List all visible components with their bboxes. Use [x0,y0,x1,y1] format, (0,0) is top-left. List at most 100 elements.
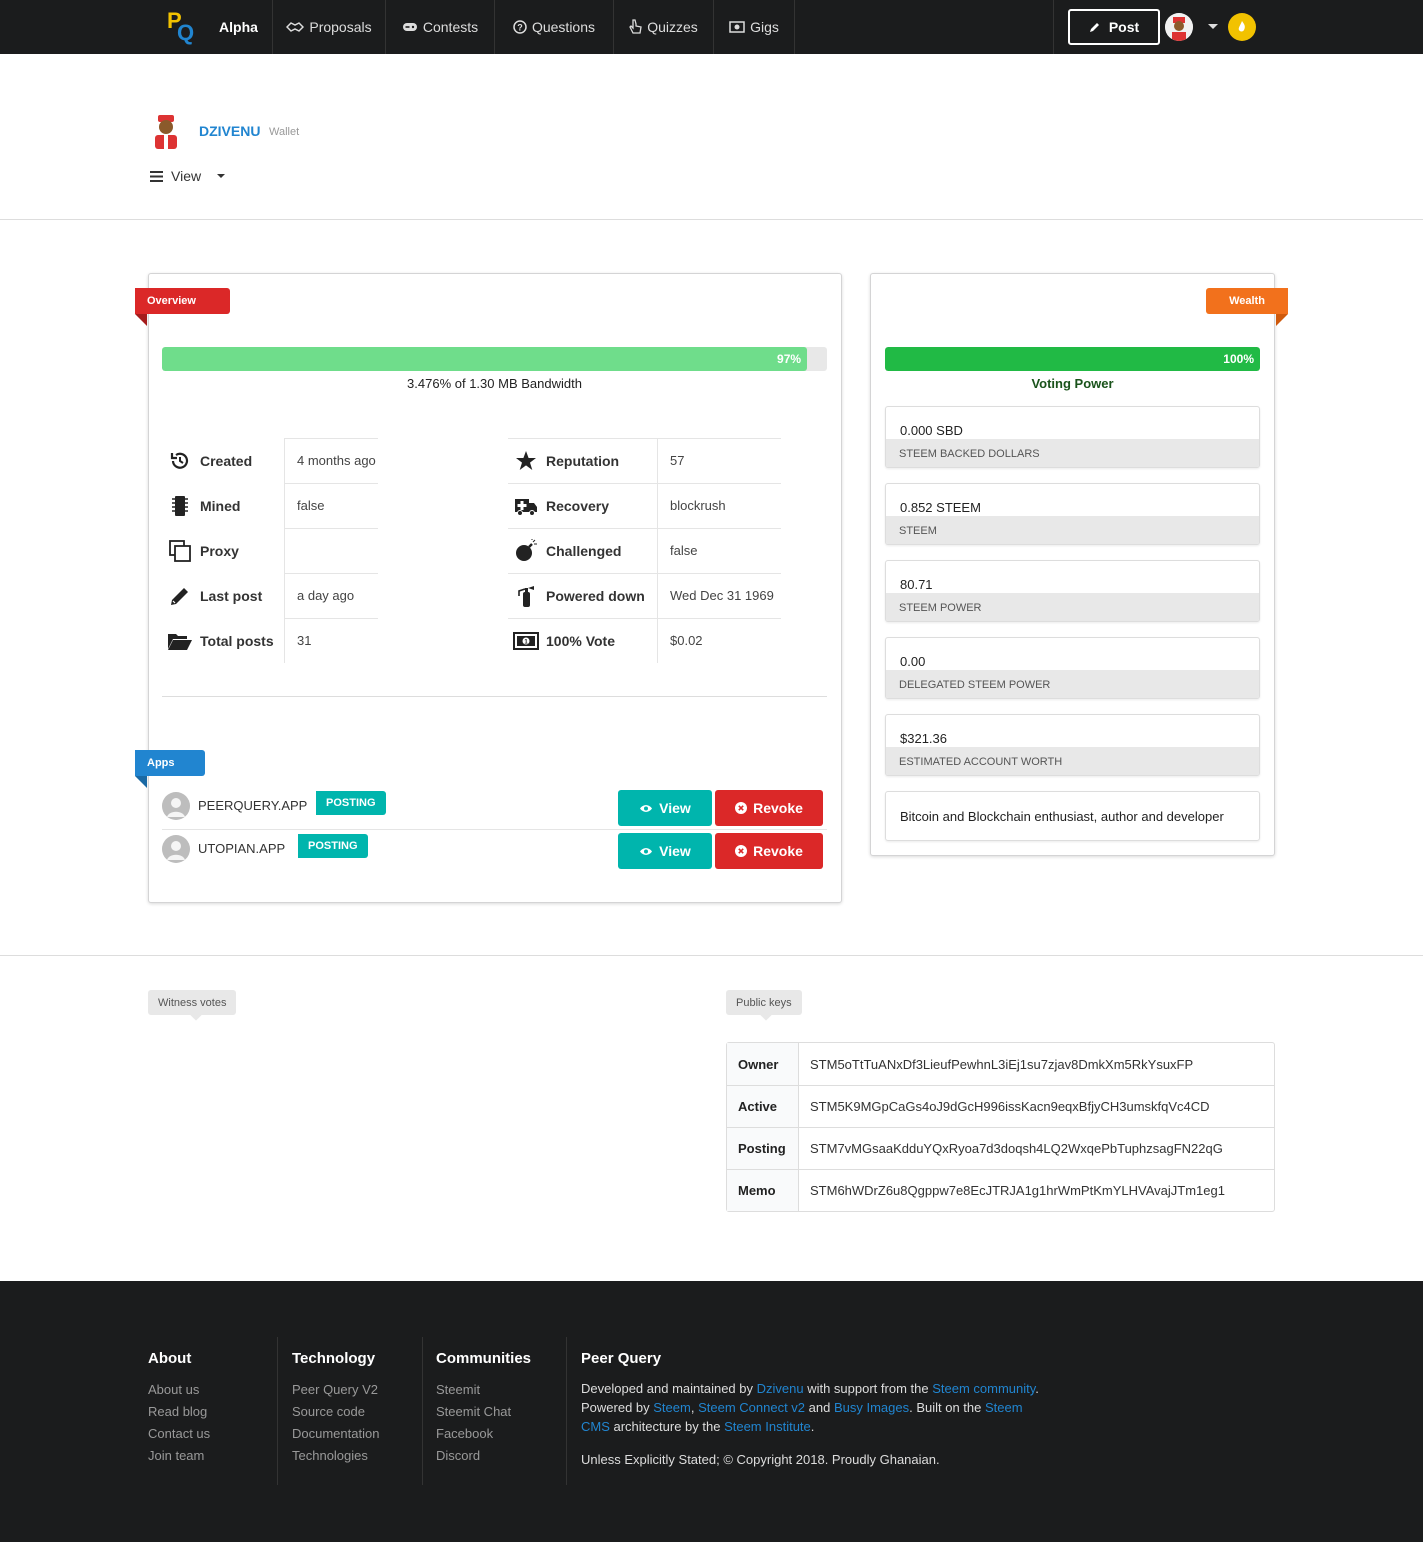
footer-text: Developed and maintained by [581,1381,757,1396]
pencil-icon [162,585,198,607]
nav-gigs[interactable]: Gigs [714,0,795,54]
stat-key: 100% Vote [546,632,615,649]
nav-alpha[interactable]: Alpha [205,0,273,54]
stat-divider [284,528,378,529]
stat-key: Recovery [546,497,610,514]
footer-link[interactable]: Discord [436,1445,531,1467]
footer-link[interactable]: Join team [148,1445,210,1467]
folder-open-icon [162,631,198,651]
footer-inline-link[interactable]: Steem [653,1400,691,1415]
key-value: STM7vMGsaaKdduYQxRyoa7d3doqsh4LQ2WxqePbT… [810,1141,1223,1156]
clone-icon [162,539,198,563]
nav-proposals[interactable]: Proposals [273,0,386,54]
footer-inline-link[interactable]: Steem community [932,1381,1035,1396]
footer-about-column: About About us Read blog Contact us Join… [148,1337,210,1485]
stat-value: false [657,528,697,573]
nav-contests[interactable]: Contests [386,0,495,54]
table-row: Active STM5K9MGpCaGs4oJ9dGcH996issKacn9e… [727,1085,1274,1127]
footer-peerquery-column: Peer Query Developed and maintained by D… [581,1337,1051,1469]
footer-divider [422,1337,423,1485]
nav-quizzes[interactable]: Quizzes [614,0,714,54]
stat-key: Mined [200,497,241,514]
stat-reputation: Reputation 57 [508,438,684,483]
app-name: PEERQUERY.APP [198,798,308,813]
bandwidth-label: 3.476% of 1.30 MB Bandwidth [407,376,582,391]
pointer-hand-icon [629,19,642,34]
steem-coin-icon[interactable] [1228,13,1256,41]
footer-link[interactable]: Peer Query V2 [292,1379,379,1401]
app-view-label: View [659,800,691,816]
witness-votes-label: Witness votes [148,990,237,1015]
post-button[interactable]: Post [1068,9,1160,45]
footer-text: , [690,1400,699,1415]
pencil-icon [1089,23,1099,32]
footer-inline-link[interactable]: Dzivenu [757,1381,804,1396]
fire-extinguisher-icon [508,584,544,608]
key-value: STM5oTtTuANxDf3LieufPewhnL3iEj1su7zjav8D… [810,1056,1194,1072]
footer-heading: About [148,1350,192,1367]
wealth-label: STEEM BACKED DOLLARS [886,439,1259,467]
eye-icon [640,847,653,855]
nav-questions-label: Questions [531,19,596,35]
key-value: STM5K9MGpCaGs4oJ9dGcH996issKacn9eqxBfjyC… [810,1099,1210,1114]
public-keys-label: Public keys [726,990,802,1015]
footer-text: and [805,1400,834,1415]
voting-power-percent: 100% [1223,352,1254,366]
wealth-steem: 0.852 STEEM STEEM [885,483,1260,545]
user-avatar[interactable] [1165,13,1193,41]
footer-link[interactable]: Steemit Chat [436,1401,531,1423]
view-dropdown[interactable]: View [150,168,226,184]
footer-inline-link[interactable]: Busy Images [834,1400,909,1415]
nav-alpha-label: Alpha [219,19,258,35]
footer-link[interactable]: Steemit [436,1379,531,1401]
overview-ribbon: Overview [135,288,230,326]
profile-username[interactable]: DZIVENU [199,123,260,139]
peerquery-logo[interactable]: P Q [165,8,197,46]
footer-text: architecture by the [609,1419,725,1434]
wealth-ribbon: Wealth [1206,288,1288,326]
footer-link[interactable]: Documentation [292,1423,379,1445]
footer-link[interactable]: Read blog [148,1401,210,1423]
stat-key: Reputation [546,452,620,469]
wealth-value: $321.36 [900,731,947,746]
stat-value: 31 [284,618,311,663]
footer-link[interactable]: Facebook [436,1423,531,1445]
footer-link[interactable]: About us [148,1379,210,1401]
eye-icon [640,804,653,812]
key-value: STM6hWDrZ6u8Qgppw7e8EcJTRJA1g1hrWmPtKmYL… [810,1183,1225,1198]
nav-questions[interactable]: ? Questions [495,0,614,54]
wealth-label: DELEGATED STEEM POWER [886,670,1259,698]
footer-link[interactable]: Source code [292,1401,379,1423]
stat-challenged: Challenged false [508,528,697,573]
gamepad-icon [402,23,417,31]
footer-link[interactable]: Contact us [148,1423,210,1445]
footer-heading: Technology [292,1350,376,1367]
footer-inline-link[interactable]: Steem Connect v2 [698,1400,805,1415]
table-row: Memo STM6hWDrZ6u8Qgppw7e8EcJTRJA1g1hrWmP… [727,1169,1274,1211]
app-revoke-button[interactable]: Revoke [715,790,823,826]
app-avatar-icon [162,835,190,863]
key-name: Active [727,1086,799,1127]
wealth-value: 0.00 [900,654,926,669]
app-revoke-button[interactable]: Revoke [715,833,823,869]
app-view-button[interactable]: View [618,790,712,826]
microchip-icon [162,495,198,517]
key-name: Memo [727,1170,799,1211]
user-menu-caret-icon[interactable] [1208,24,1218,29]
handshake-icon [286,22,305,32]
stat-value [284,528,297,573]
wealth-value: 0.000 SBD [900,423,963,438]
public-keys-table: Owner STM5oTtTuANxDf3LieufPewhnL3iEj1su7… [726,1042,1275,1212]
footer-divider [566,1337,567,1485]
wealth-label: STEEM [886,516,1259,544]
top-navbar: P Q Alpha Proposals Contests ? Questions… [0,0,1423,54]
question-circle-icon: ? [513,20,527,34]
profile-avatar [150,113,182,149]
footer-inline-link[interactable]: Steem Institute [724,1419,811,1434]
footer-about-text: Developed and maintained by Dzivenu with… [581,1379,1051,1436]
app-view-button[interactable]: View [618,833,712,869]
footer-link[interactable]: Technologies [292,1445,379,1467]
app-revoke-label: Revoke [753,843,803,859]
key-name: Owner [727,1043,799,1085]
history-icon [162,450,198,472]
